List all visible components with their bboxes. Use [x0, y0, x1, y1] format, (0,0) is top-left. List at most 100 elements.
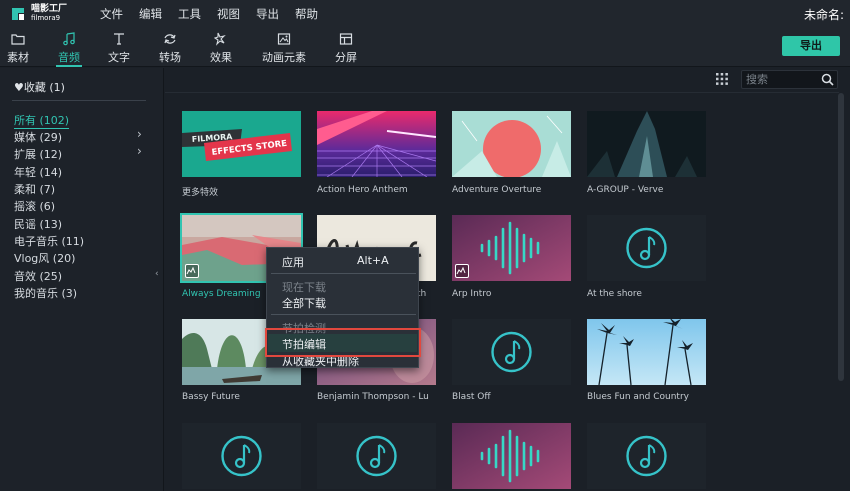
vertical-scrollbar[interactable]	[838, 93, 844, 381]
menu-divider	[271, 273, 416, 274]
audio-tile[interactable]	[587, 215, 706, 281]
category-all[interactable]: 所有 (102)	[14, 112, 70, 129]
category-soft[interactable]: 柔和 (7)	[14, 181, 55, 197]
category-electronic[interactable]: 电子音乐 (11)	[14, 233, 84, 249]
sun-circle-thumbnail	[452, 111, 571, 177]
tile-label: Action Hero Anthem	[317, 185, 408, 195]
menu-item-beat-editing[interactable]: 节拍编辑	[282, 336, 326, 352]
audio-tile[interactable]	[587, 319, 706, 385]
tab-split-screen[interactable]: 分屏	[321, 32, 371, 65]
tile-label: Adventure Overture	[452, 185, 542, 195]
menu-bar: 文件 编辑 工具 视图 导出 帮助	[100, 6, 334, 22]
app-logo: 喵影工厂 filmora9	[10, 5, 90, 23]
audio-tile[interactable]	[587, 111, 706, 177]
menu-edit[interactable]: 编辑	[139, 6, 162, 22]
music-placeholder-thumbnail	[587, 423, 706, 489]
audio-tile[interactable]	[317, 423, 436, 489]
tile-label: A-GROUP - Verve	[587, 185, 664, 195]
tab-label: 效果	[210, 51, 232, 64]
tab-elements[interactable]: 动画元素	[259, 32, 309, 65]
menu-divider	[271, 314, 416, 315]
menu-tools[interactable]: 工具	[178, 6, 201, 22]
sidebar-divider	[12, 100, 146, 101]
tab-label: 转场	[159, 51, 181, 64]
project-name: 未命名:	[803, 8, 844, 22]
logo-text-en: filmora9	[31, 14, 61, 22]
search-icon[interactable]	[821, 73, 834, 86]
text-icon	[114, 33, 124, 45]
category-rock[interactable]: 摇滚 (6)	[14, 198, 55, 214]
menu-item-download-now: 现在下载	[282, 281, 326, 294]
tab-audio[interactable]: 音频	[44, 32, 94, 67]
chevron-right-icon[interactable]: ›	[137, 127, 142, 141]
split-screen-icon	[339, 33, 353, 45]
tile-label: Benjamin Thompson - Lu	[317, 392, 429, 402]
shortcut-apply: Alt+A	[357, 254, 389, 267]
tab-effects[interactable]: 效果	[196, 32, 246, 65]
menu-view[interactable]: 视图	[217, 6, 240, 22]
chevron-right-icon[interactable]: ›	[137, 144, 142, 158]
menu-item-remove-from-favorites[interactable]: 从收藏夹中删除	[282, 353, 359, 369]
filmora-logo-icon	[12, 8, 24, 20]
audio-tile[interactable]	[452, 423, 571, 489]
effects-store-thumbnail: FILMORA EFFECTS STORE	[182, 111, 301, 177]
waveform-purple-thumbnail	[452, 215, 571, 281]
tab-text[interactable]: 文字	[94, 32, 144, 65]
audio-tile[interactable]	[452, 111, 571, 177]
waveform-badge-icon	[455, 264, 469, 278]
search-input[interactable]	[746, 72, 816, 87]
menu-help[interactable]: 帮助	[295, 6, 318, 22]
tile-label: 更多特效	[182, 188, 219, 198]
music-placeholder-thumbnail	[587, 215, 706, 281]
tile-label: Arp Intro	[452, 289, 492, 299]
search-box	[741, 70, 838, 89]
effects-icon	[214, 32, 226, 46]
palm-trees-thumbnail	[587, 319, 706, 385]
tab-label: 动画元素	[262, 51, 306, 64]
tab-media[interactable]: 素材	[0, 32, 43, 65]
tab-label: 分屏	[335, 51, 357, 64]
grid-view-icon[interactable]	[716, 73, 728, 85]
category-young[interactable]: 年轻 (14)	[14, 164, 62, 180]
tab-label: 文字	[108, 51, 130, 64]
content-header-divider	[165, 92, 839, 93]
transition-icon	[164, 34, 176, 44]
audio-tile[interactable]	[452, 319, 571, 385]
folder-icon	[11, 34, 25, 45]
audio-tile[interactable]: FILMORA EFFECTS STORE	[182, 111, 301, 177]
tab-transition[interactable]: 转场	[145, 32, 195, 65]
audio-tile[interactable]	[452, 215, 571, 281]
tile-label: At the shore	[587, 289, 642, 299]
music-placeholder-thumbnail	[317, 423, 436, 489]
audio-tile[interactable]	[182, 423, 301, 489]
image-icon	[277, 33, 291, 45]
neon-grid-thumbnail	[317, 111, 436, 177]
menu-item-download-all[interactable]: 全部下载	[282, 295, 326, 311]
dark-crystals-thumbnail	[587, 111, 706, 177]
category-folk[interactable]: 民谣 (13)	[14, 216, 62, 232]
audio-tile[interactable]	[317, 111, 436, 177]
music-placeholder-thumbnail	[452, 319, 571, 385]
waveform-badge-icon	[185, 264, 199, 278]
category-media[interactable]: 媒体 (29)	[14, 129, 62, 145]
context-menu: 应用 Alt+A 现在下载 全部下载 节拍检测 节拍编辑 从收藏夹中删除	[265, 247, 421, 369]
menu-item-apply[interactable]: 应用	[282, 254, 304, 270]
category-sound-effects[interactable]: 音效 (25)	[14, 268, 62, 284]
collapse-sidebar-icon[interactable]: ‹	[155, 269, 159, 279]
tab-label: 音频	[58, 51, 80, 64]
title-bar: 喵影工厂 filmora9 文件 编辑 工具 视图 导出 帮助 未命名:	[0, 0, 850, 28]
category-extensions[interactable]: 扩展 (12)	[14, 146, 62, 162]
menu-file[interactable]: 文件	[100, 6, 123, 22]
tile-label: Always Dreaming	[182, 289, 261, 299]
tile-label: Blues Fun and Country	[587, 392, 689, 402]
menu-export[interactable]: 导出	[256, 6, 279, 22]
audio-tile[interactable]	[587, 423, 706, 489]
music-note-icon	[63, 32, 75, 46]
tab-label: 素材	[7, 51, 29, 64]
category-vlog[interactable]: Vlog风 (20)	[14, 250, 75, 266]
logo-text-cn: 喵影工厂	[31, 4, 68, 14]
category-my-music[interactable]: 我的音乐 (3)	[14, 285, 77, 301]
favorites-item[interactable]: ♥收藏 (1)	[14, 79, 65, 95]
music-placeholder-thumbnail	[182, 423, 301, 489]
export-button[interactable]: 导出	[782, 36, 840, 56]
